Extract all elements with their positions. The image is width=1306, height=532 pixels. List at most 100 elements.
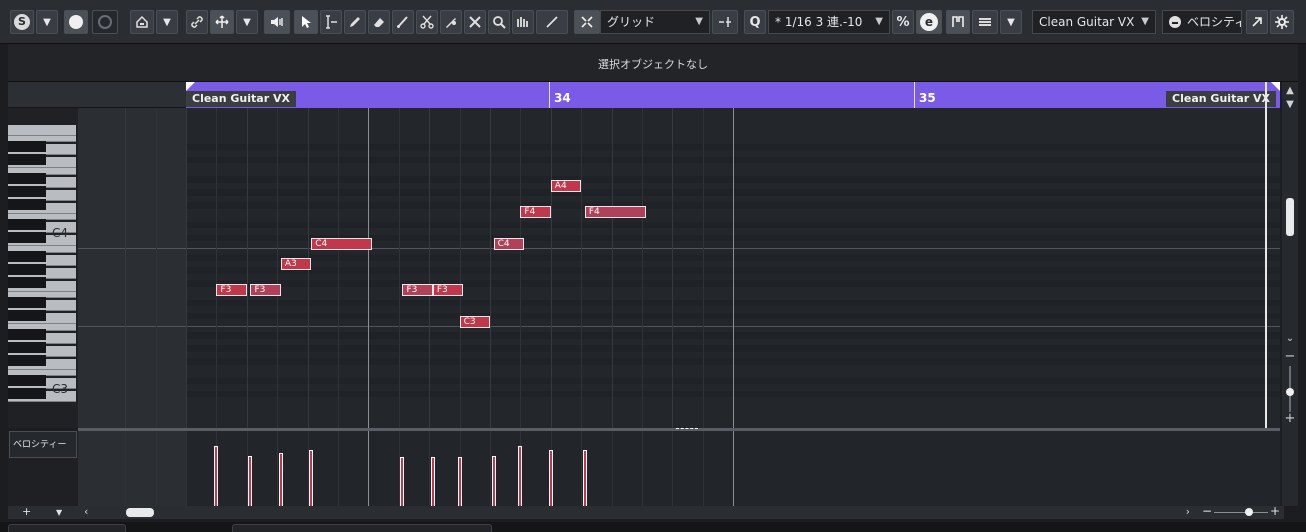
draw-tool[interactable] (344, 10, 366, 34)
scroll-left-icon[interactable]: ‹ (84, 505, 88, 518)
velocity-bar[interactable] (430, 457, 435, 506)
add-lane-icon[interactable]: + (22, 505, 31, 518)
piano-keyboard[interactable]: C4 C3 (8, 108, 78, 428)
black-key[interactable] (8, 355, 46, 366)
midi-note[interactable]: F3 (402, 283, 433, 296)
velocity-bar[interactable] (400, 457, 405, 506)
note-grid[interactable]: F3 F3 A3 C4 F3 F3 C3 C4 F4 A4 F4 (78, 108, 1280, 428)
black-key[interactable] (8, 218, 46, 230)
show-info-button[interactable] (130, 10, 154, 34)
solo-dropdown[interactable]: ▼ (36, 10, 58, 34)
trim-tool[interactable] (320, 10, 342, 34)
velocity-bar[interactable] (491, 455, 496, 506)
black-key[interactable] (8, 387, 46, 399)
velocity-bar[interactable] (582, 449, 587, 506)
speaker-button[interactable] (264, 10, 290, 34)
quantize-button[interactable]: Q (744, 10, 766, 34)
snap-type-select[interactable]: グリッド ▼ (600, 10, 710, 34)
line-tool[interactable] (536, 10, 568, 34)
controller-lane-preset-select[interactable]: ベロシティー (1162, 10, 1242, 34)
horizontal-scrollbar[interactable]: ‹ › (78, 505, 1198, 519)
midi-note[interactable]: F3 (216, 283, 247, 296)
black-key[interactable] (8, 296, 46, 308)
snap-on-off-button[interactable] (574, 10, 600, 34)
lower-zone-tab[interactable] (232, 524, 492, 532)
velocity-bar[interactable] (548, 449, 553, 506)
velocity-bar[interactable] (248, 455, 253, 506)
zoom-in-icon[interactable]: + (1270, 504, 1280, 518)
black-key[interactable] (8, 153, 46, 165)
zoom-tool[interactable] (488, 10, 510, 34)
object-selection-tool[interactable] (294, 10, 318, 34)
vertical-scroll-thumb[interactable] (1286, 198, 1294, 236)
midi-note[interactable]: A3 (280, 257, 312, 270)
lower-zone-tab[interactable] (8, 524, 126, 532)
velocity-bar[interactable] (214, 446, 219, 506)
split-tool[interactable] (416, 10, 438, 34)
black-key[interactable] (8, 186, 46, 197)
velocity-bar[interactable] (278, 453, 283, 506)
solo-editor-button[interactable]: S (10, 10, 34, 34)
black-key[interactable] (8, 342, 46, 353)
midi-note[interactable]: F4 (584, 205, 646, 218)
midi-note[interactable]: A4 (550, 179, 582, 192)
nudge-move-button[interactable] (210, 10, 234, 34)
nudge-dropdown[interactable]: ▼ (236, 10, 258, 34)
black-key[interactable] (8, 264, 46, 275)
midi-note[interactable]: F3 (250, 283, 281, 296)
velocity-bar[interactable] (309, 449, 314, 506)
velocity-lane[interactable] (78, 431, 1280, 506)
acoustic-feedback-button[interactable] (64, 10, 88, 34)
info-dropdown[interactable]: ▼ (156, 10, 178, 34)
play-tool[interactable] (512, 10, 534, 34)
vertical-zoom-in-icon[interactable]: + (1282, 412, 1298, 426)
setup-window-layout-button[interactable] (1270, 10, 1294, 34)
black-key[interactable] (8, 329, 46, 340)
black-key[interactable] (8, 374, 46, 386)
black-key[interactable] (8, 251, 46, 262)
current-part-select[interactable]: Clean Guitar VX ▼ (1032, 10, 1156, 34)
horizontal-zoom-knob[interactable] (1245, 508, 1253, 516)
mute-tool[interactable] (464, 10, 486, 34)
independent-track-loop-button[interactable] (946, 10, 970, 34)
open-in-window-button[interactable] (1246, 10, 1268, 34)
scroll-right-icon[interactable]: › (1186, 505, 1190, 518)
quantize-settings-button[interactable]: e (916, 10, 942, 34)
white-key[interactable] (8, 124, 76, 136)
controller-lane-select[interactable]: ベロシティー (9, 431, 77, 458)
autoscroll-button[interactable] (92, 10, 118, 34)
scroll-up-icon[interactable]: ▲ (1282, 84, 1298, 98)
velocity-bar[interactable] (457, 457, 462, 506)
quantize-preset-select[interactable]: * 1/16 3 連.-10 ▼ (768, 10, 890, 34)
black-key[interactable] (8, 231, 46, 243)
chain-link-button[interactable] (186, 10, 208, 34)
vertical-zoom-out-icon[interactable]: − (1282, 350, 1298, 364)
black-key[interactable] (8, 309, 46, 321)
midi-note[interactable]: F3 (432, 283, 464, 296)
layers-dropdown[interactable]: ▼ (1000, 10, 1022, 34)
part-start-marker-icon[interactable] (186, 82, 195, 91)
black-key[interactable] (8, 199, 46, 210)
erase-tool[interactable] (368, 10, 390, 34)
part-end-marker-icon[interactable] (1271, 82, 1280, 91)
line-draw-tool[interactable] (392, 10, 414, 34)
zoom-out-icon[interactable]: − (1202, 504, 1212, 518)
lane-menu-icon[interactable]: ▼ (56, 508, 62, 517)
ruler[interactable]: Clean Guitar VX 34 35 Clean Guitar VX (186, 82, 1280, 108)
vertical-zoom-knob[interactable] (1286, 388, 1294, 396)
iterative-quantize-button[interactable]: % (892, 10, 914, 34)
snap-to-zero-crossing-button[interactable] (712, 10, 738, 34)
horizontal-zoom-track[interactable] (1214, 512, 1268, 513)
scroll-down-small-icon[interactable]: ▼ (1282, 98, 1298, 112)
midi-note[interactable]: C4 (311, 238, 373, 250)
scroll-down-icon[interactable]: ⌄ (1282, 332, 1298, 346)
horizontal-scroll-thumb[interactable] (126, 508, 154, 517)
glue-tool[interactable] (440, 10, 462, 34)
midi-note[interactable]: C4 (493, 238, 525, 250)
note-layers-button[interactable] (972, 10, 998, 34)
black-key[interactable] (8, 277, 46, 288)
black-key[interactable] (8, 140, 46, 152)
midi-note[interactable]: F4 (520, 205, 551, 218)
midi-note[interactable]: C3 (459, 316, 490, 328)
black-key[interactable] (8, 173, 46, 184)
